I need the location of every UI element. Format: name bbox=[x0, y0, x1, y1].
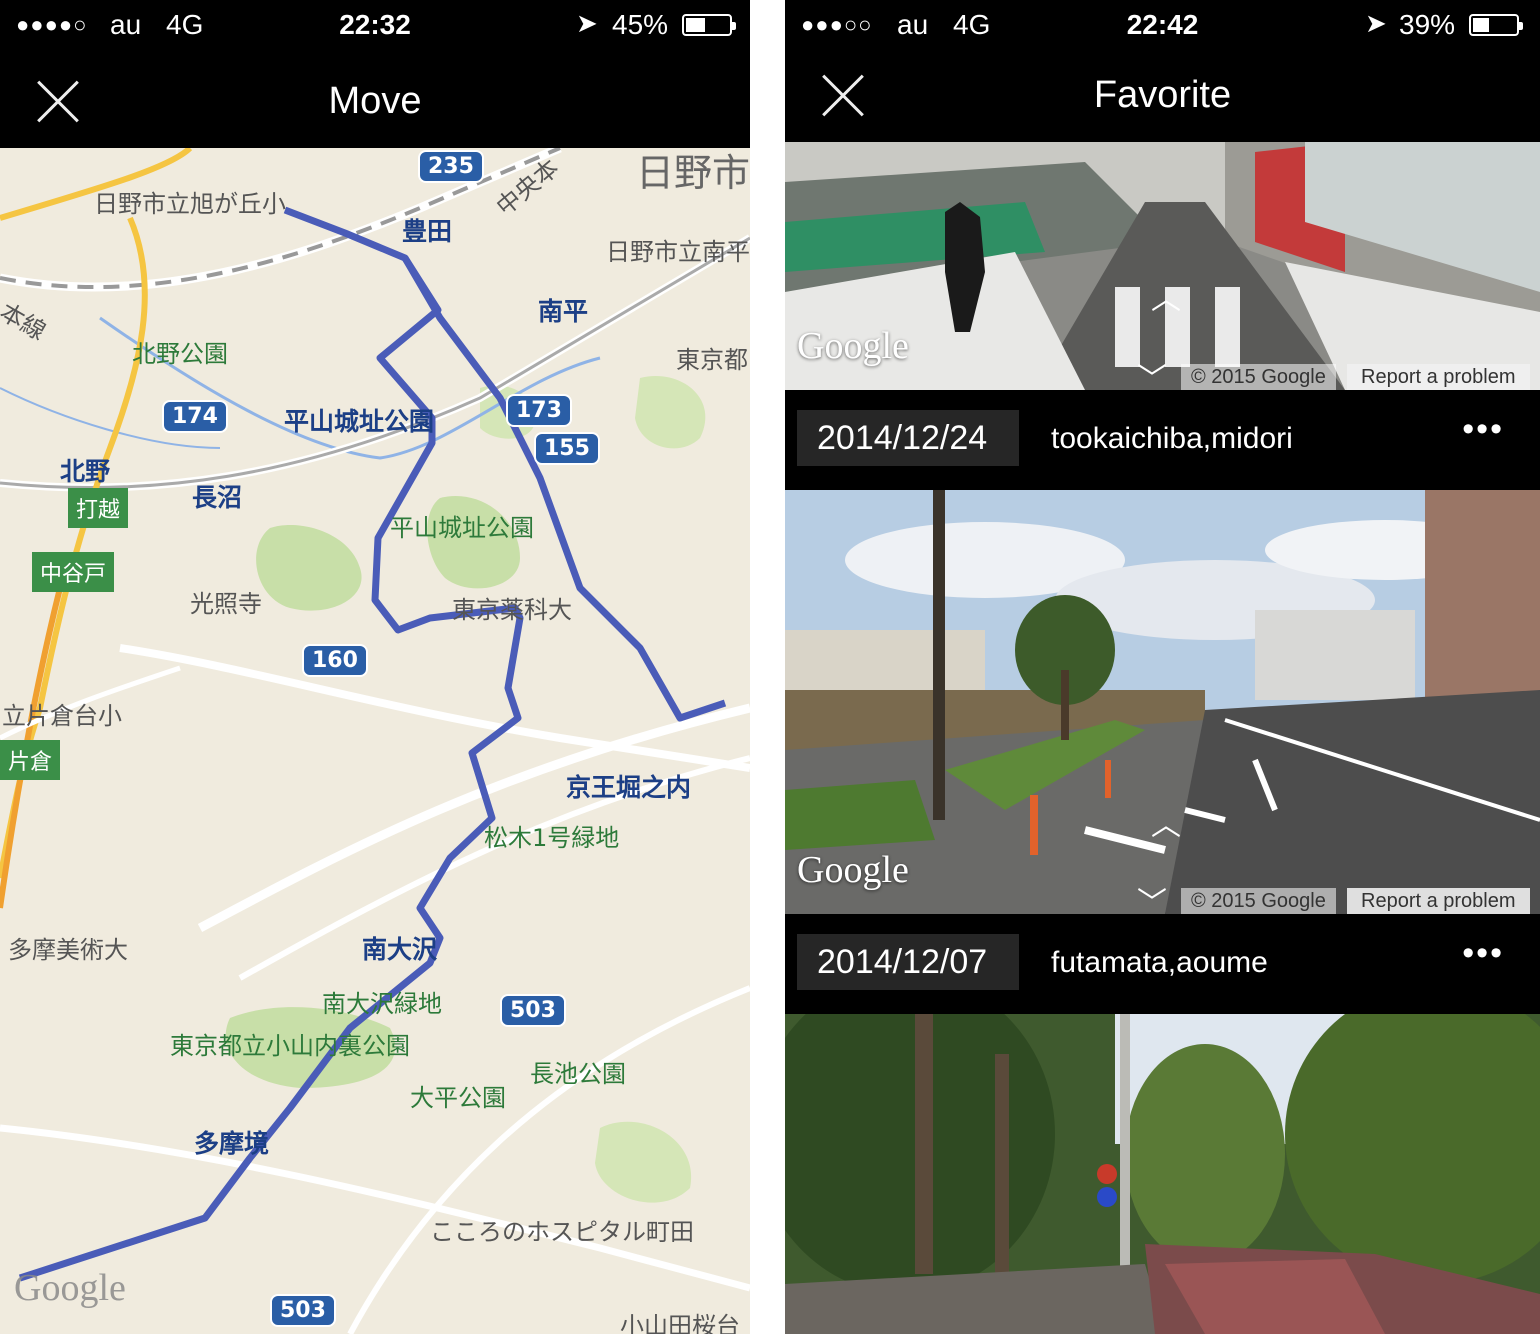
favorite-screen: ●●●○○ au 4G 22:42 ➤ 39% Favorite Google … bbox=[785, 0, 1540, 1334]
route-shield: 155 bbox=[534, 432, 600, 465]
favorite-name: tookaichiba,midori bbox=[1051, 422, 1293, 455]
move-screen: ●●●●○ au 4G 22:32 ➤ 45% Move 日野市 日野市立旭が丘… bbox=[0, 0, 750, 1334]
battery-percent: 39% bbox=[1399, 9, 1456, 40]
route-shield: 174 bbox=[162, 400, 228, 433]
map-label: 平山城址公園 bbox=[390, 514, 534, 542]
battery-percent: 45% bbox=[612, 9, 669, 40]
route-map[interactable]: 日野市 日野市立旭が丘小 豊田 中央本 日野市立南平 南平 本線 北野公園 東京… bbox=[0, 148, 750, 1334]
map-label: 南大沢 bbox=[362, 935, 438, 964]
streetview-panel[interactable]: Google ︿ ﹀ © 2015 Google Report a proble… bbox=[785, 490, 1540, 914]
google-logo: Google bbox=[797, 849, 909, 891]
favorite-item-header: 2014/12/24 tookaichiba,midori ••• bbox=[785, 392, 1540, 490]
route-shield: 503 bbox=[500, 994, 566, 1027]
copyright-label: © 2015 Google bbox=[1181, 364, 1336, 390]
battery-icon bbox=[682, 14, 736, 36]
station-badge: 中谷戸 bbox=[32, 552, 115, 592]
map-label: こころのホスピタル町田 bbox=[430, 1218, 694, 1246]
map-label: 大平公園 bbox=[410, 1084, 506, 1112]
map-label: 平山城址公園 bbox=[284, 407, 435, 436]
back-arrow-icon[interactable]: ﹀ bbox=[1137, 354, 1167, 390]
map-base bbox=[0, 148, 750, 1334]
page-title: Favorite bbox=[1093, 74, 1232, 116]
report-problem-link[interactable]: Report a problem bbox=[1347, 888, 1530, 914]
google-logo: Google bbox=[797, 325, 909, 367]
more-options-button[interactable]: ••• bbox=[1462, 410, 1504, 449]
map-label: 立片倉台小 bbox=[2, 702, 122, 730]
nav-bar: Move bbox=[0, 52, 750, 148]
streetview-image bbox=[785, 1014, 1540, 1334]
map-label: 長池公園 bbox=[530, 1060, 626, 1088]
favorite-date: 2014/12/24 bbox=[797, 410, 1019, 466]
map-label: 長沼 bbox=[192, 483, 243, 512]
station-badge: 打越 bbox=[68, 488, 129, 528]
streetview-panel[interactable]: Google ︿ ﹀ © 2015 Google Report a proble… bbox=[785, 142, 1540, 390]
route-shield: 173 bbox=[506, 394, 572, 427]
map-label: 東京都立小山内裏公園 bbox=[170, 1032, 410, 1060]
map-label: 多摩美術大 bbox=[8, 936, 128, 964]
route-shield: 235 bbox=[418, 150, 484, 183]
map-label: 東京都 bbox=[676, 346, 748, 374]
forward-arrow-icon[interactable]: ︿ bbox=[1151, 274, 1181, 318]
page-title: Move bbox=[328, 80, 422, 122]
favorite-name: futamata,aoume bbox=[1051, 946, 1268, 979]
map-label: 南大沢緑地 bbox=[322, 990, 442, 1018]
map-label: 日野市 bbox=[636, 151, 750, 195]
status-bar: ●●●●○ au 4G 22:32 ➤ 45% bbox=[0, 0, 750, 50]
station-badge: 片倉 bbox=[0, 740, 61, 780]
map-label: 日野市立南平 bbox=[606, 238, 750, 266]
map-label: 北野 bbox=[60, 457, 111, 486]
favorite-item-header: 2014/12/07 futamata,aoume ••• bbox=[785, 916, 1540, 1014]
nav-bar: Favorite bbox=[785, 46, 1540, 142]
route-shield: 503 bbox=[270, 1294, 336, 1327]
streetview-panel[interactable] bbox=[785, 1014, 1540, 1334]
map-label: 松木1号緑地 bbox=[484, 824, 620, 852]
map-label: 南平 bbox=[538, 297, 589, 326]
battery-icon bbox=[1469, 14, 1523, 36]
favorite-date: 2014/12/07 bbox=[797, 934, 1019, 990]
map-label: 東京薬科大 bbox=[452, 596, 572, 624]
map-label: 日野市立旭が丘小 bbox=[94, 190, 286, 218]
more-options-button[interactable]: ••• bbox=[1462, 934, 1504, 973]
map-label: 豊田 bbox=[402, 217, 453, 246]
map-label: 多摩境 bbox=[194, 1129, 270, 1158]
copyright-label: © 2015 Google bbox=[1181, 888, 1336, 914]
map-label: 北野公園 bbox=[132, 340, 228, 368]
location-arrow-icon: ➤ bbox=[576, 8, 598, 38]
map-label: 京王堀之内 bbox=[566, 773, 692, 802]
status-bar: ●●●○○ au 4G 22:42 ➤ 39% bbox=[785, 0, 1540, 50]
forward-arrow-icon[interactable]: ︿ bbox=[1151, 800, 1181, 844]
back-arrow-icon[interactable]: ﹀ bbox=[1137, 878, 1167, 914]
google-logo: Google bbox=[14, 1267, 126, 1309]
map-label: 小山田桜台 bbox=[620, 1312, 740, 1334]
map-label: 光照寺 bbox=[190, 590, 262, 618]
report-problem-link[interactable]: Report a problem bbox=[1347, 364, 1530, 390]
route-shield: 160 bbox=[302, 644, 368, 677]
location-arrow-icon: ➤ bbox=[1365, 8, 1387, 38]
